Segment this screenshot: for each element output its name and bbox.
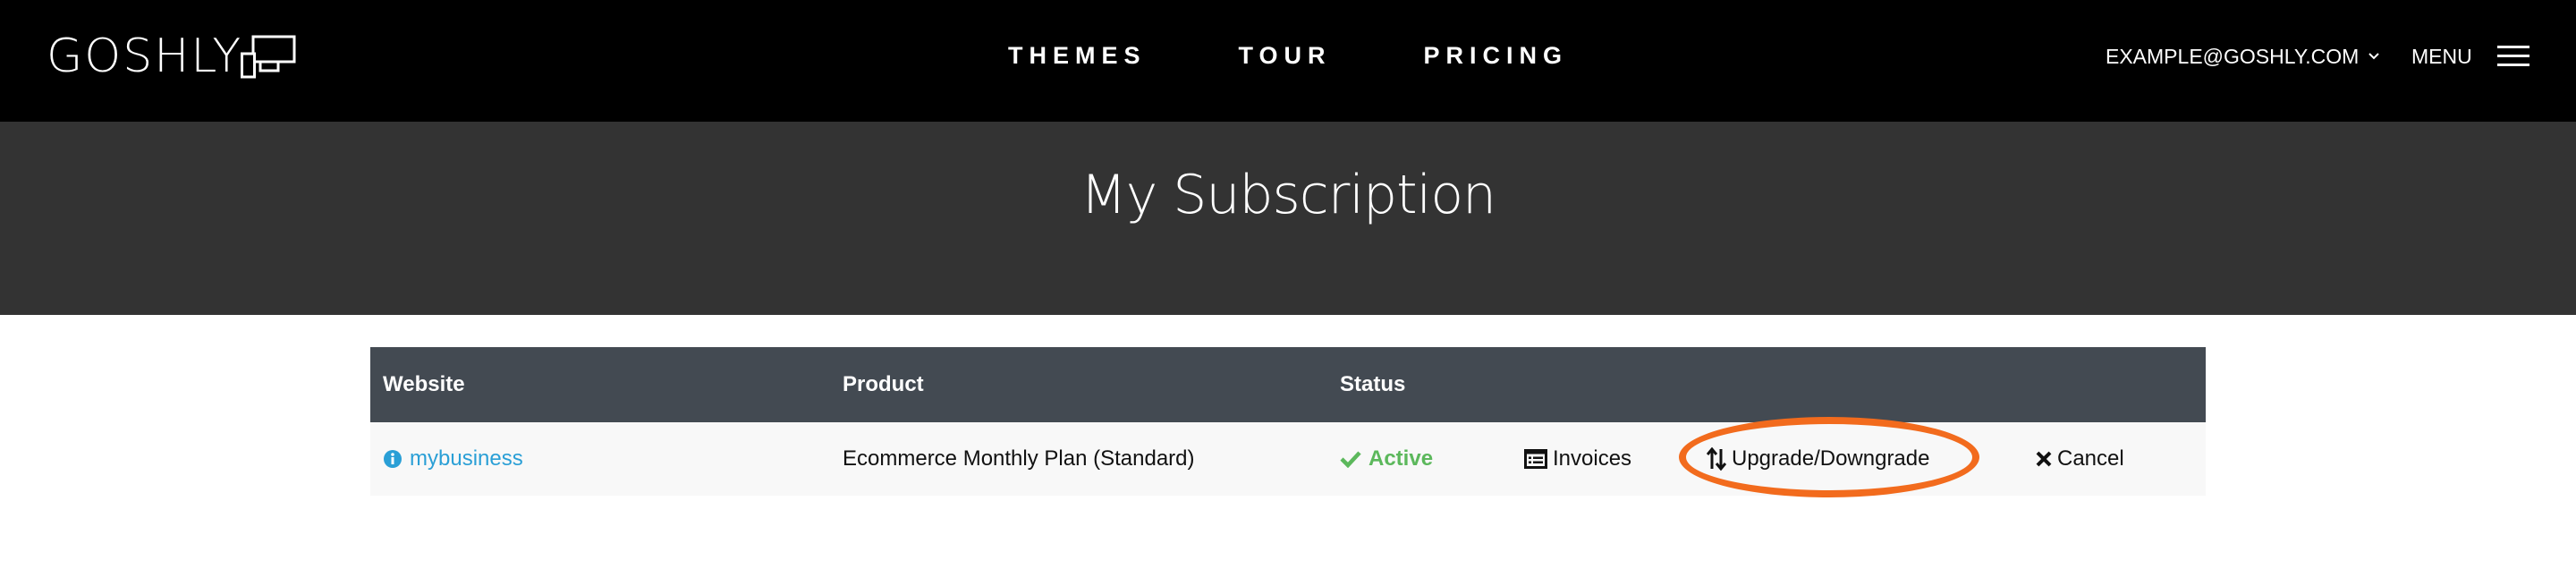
top-navbar: GOSHLY THEMES TOUR PRICING EXAMPLE@GOSHL… bbox=[0, 0, 2576, 122]
website-name: mybusiness bbox=[410, 446, 523, 471]
table-row: mybusiness Ecommerce Monthly Plan (Stand… bbox=[370, 422, 2206, 496]
nav-link-themes[interactable]: THEMES bbox=[1008, 42, 1147, 70]
upgrade-downgrade-button[interactable]: Upgrade/Downgrade bbox=[1707, 422, 1929, 496]
menu-button[interactable]: MENU bbox=[2411, 41, 2529, 72]
nav-link-tour[interactable]: TOUR bbox=[1239, 42, 1332, 70]
status-badge: Active bbox=[1340, 422, 1433, 496]
menu-label: MENU bbox=[2411, 44, 2472, 68]
status-label: Active bbox=[1368, 446, 1434, 471]
check-icon bbox=[1340, 451, 1361, 468]
cancel-button[interactable]: Cancel bbox=[2036, 422, 2124, 496]
hamburger-icon bbox=[2496, 46, 2529, 66]
times-icon bbox=[2036, 451, 2052, 467]
cancel-label: Cancel bbox=[2057, 446, 2124, 471]
website-link[interactable]: mybusiness bbox=[383, 422, 523, 496]
devices-icon bbox=[241, 35, 296, 79]
product-name: Ecommerce Monthly Plan (Standard) bbox=[843, 446, 1195, 471]
column-header-website: Website bbox=[383, 372, 465, 396]
account-dropdown[interactable]: EXAMPLE@GOSHLY.COM bbox=[2106, 41, 2380, 72]
title-band: My Subscription bbox=[0, 122, 2576, 315]
nav-link-pricing[interactable]: PRICING bbox=[1424, 42, 1569, 70]
subscription-table: Website Product Status mybusiness Ecomme… bbox=[370, 347, 2206, 496]
brand-logo[interactable]: GOSHLY bbox=[47, 32, 298, 81]
column-header-status: Status bbox=[1340, 372, 1406, 396]
invoices-button[interactable]: Invoices bbox=[1524, 422, 1631, 496]
page-title: My Subscription bbox=[1080, 164, 1496, 226]
column-header-product: Product bbox=[843, 372, 924, 396]
chevron-down-icon bbox=[2368, 53, 2379, 60]
info-circle-icon bbox=[384, 450, 402, 468]
brand-name: GOSHLY bbox=[47, 30, 243, 83]
account-email: EXAMPLE@GOSHLY.COM bbox=[2106, 44, 2360, 68]
table-header: Website Product Status bbox=[370, 347, 2206, 422]
main-nav: THEMES TOUR PRICING bbox=[1008, 38, 1568, 73]
upgrade-downgrade-label: Upgrade/Downgrade bbox=[1732, 446, 1930, 471]
list-alt-icon bbox=[1524, 449, 1547, 469]
sort-arrows-icon bbox=[1707, 447, 1726, 471]
invoices-label: Invoices bbox=[1553, 446, 1632, 471]
